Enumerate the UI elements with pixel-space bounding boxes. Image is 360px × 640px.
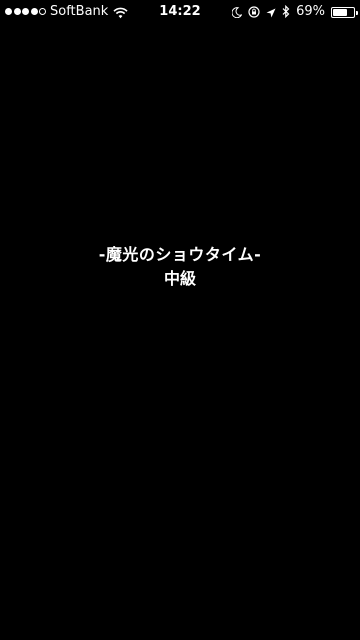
- status-icons: 69%: [231, 3, 358, 22]
- status-bar: SoftBank 14:22 69%: [0, 0, 360, 24]
- stage-title: -魔光のショウタイム-: [98, 245, 262, 264]
- battery-level-fill: [333, 8, 347, 16]
- rotation-lock-icon: [248, 3, 260, 22]
- location-arrow-icon: [266, 3, 276, 22]
- moon-icon: [231, 3, 243, 22]
- bluetooth-icon: [282, 3, 290, 22]
- battery-icon: [331, 6, 358, 18]
- battery-cap: [356, 10, 358, 15]
- title-screen[interactable]: -魔光のショウタイム- 中級: [0, 244, 360, 290]
- difficulty-label: 中級: [163, 269, 196, 288]
- battery-percentage: 69%: [296, 4, 325, 19]
